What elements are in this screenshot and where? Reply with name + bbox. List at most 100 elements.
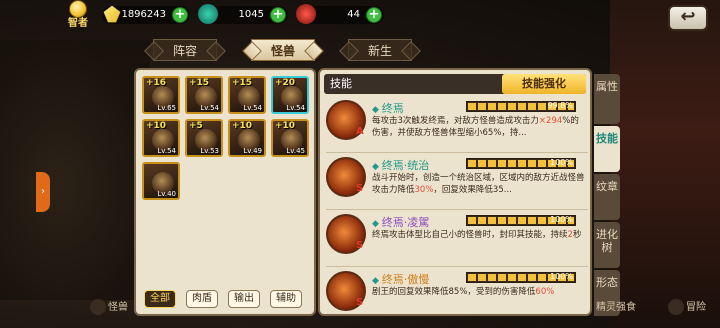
skill-name: 终焉·傲慢	[372, 271, 430, 287]
skill-progress-text: 100%	[550, 215, 573, 224]
lightbulb-icon	[69, 0, 87, 18]
add-gold-button[interactable]: +	[172, 7, 188, 23]
nav-adventure[interactable]: 冒险	[668, 298, 706, 315]
skill-description-text: 秒	[572, 230, 582, 240]
monster-level: Lv.54	[157, 147, 176, 155]
tab-monsters[interactable]: 怪兽	[251, 39, 315, 61]
monster-level: Lv.54	[286, 104, 305, 112]
gold-gem-icon	[103, 5, 121, 23]
teal-currency-counter: 1045 +	[198, 4, 288, 24]
rank-label: 智者	[68, 18, 88, 29]
tab-lineup[interactable]: 阵容	[153, 39, 217, 61]
monster-level: Lv.40	[157, 190, 176, 198]
skill-progress-bar: 100%	[466, 158, 576, 169]
red-monster-icon	[296, 4, 316, 24]
skill-enhance-button[interactable]: 技能强化	[502, 74, 586, 94]
monster-list-panel: +16 Lv.65 +15 Lv.54 +15 Lv.54 +20 Lv.54 …	[134, 68, 316, 316]
monster-star: +15	[189, 78, 210, 88]
side-tab-crest[interactable]: 纹章	[594, 174, 620, 220]
nav-monster[interactable]: 怪兽	[90, 298, 128, 315]
monster-card-selected[interactable]: +20 Lv.54	[271, 76, 309, 114]
skill-detail-panel: 技能 技能强化 A 终焉 99.8% 每攻击3次触发终焉，对敌方怪兽造成攻击力×…	[318, 68, 592, 316]
tab-rebirth[interactable]: 新生	[348, 39, 412, 61]
top-bar: 智者 1896243 + 1045 + 44 + ↩	[0, 0, 720, 32]
expand-arrow-icon[interactable]: ›	[36, 172, 50, 212]
skill-progress-bar: 100%	[466, 272, 576, 283]
monster-level: Lv.45	[286, 147, 305, 155]
filter-damage-button[interactable]: 输出	[228, 290, 260, 308]
monster-card[interactable]: +15 Lv.54	[228, 76, 266, 114]
side-tab-attributes[interactable]: 属性	[594, 74, 620, 124]
return-arrow-icon: ↩	[680, 6, 696, 27]
nav-adventure-label: 冒险	[686, 302, 706, 313]
side-tab-evolution-tree[interactable]: 进化树	[594, 222, 620, 268]
skill-progress-text: 100%	[550, 272, 573, 281]
skill-description: 每攻击3次触发终焉，对敌方怪兽造成攻击力×294%的伤害，并使敌方怪兽体型缩小6…	[372, 115, 586, 139]
gold-value: 1896243	[121, 9, 166, 20]
skill-item[interactable]: S 终焉·傲慢 100% 剧王的回复效果降低85%，受到的伤害降低60%	[326, 269, 588, 314]
filter-support-button[interactable]: 辅助	[270, 290, 302, 308]
monster-card[interactable]: +10 Lv.45	[271, 119, 309, 157]
red-currency-counter: 44 +	[296, 4, 384, 24]
side-tab-skills[interactable]: 技能	[594, 126, 620, 172]
monster-star: +16	[146, 78, 167, 88]
monster-star: +10	[275, 121, 296, 131]
gold-counter: 1896243 +	[102, 5, 190, 24]
nav-strengthen-label: 精灵强食	[596, 302, 636, 313]
skill-description-highlight: ×294	[538, 116, 563, 126]
skill-name: 终焉·凌駕	[372, 214, 430, 230]
monster-card[interactable]: +10 Lv.49	[228, 119, 266, 157]
monster-star: +5	[189, 121, 203, 131]
filter-all-button[interactable]: 全部	[144, 290, 176, 308]
monster-card[interactable]: +10 Lv.54	[142, 119, 180, 157]
compass-icon	[668, 299, 684, 315]
skill-progress-bar: 99.8%	[466, 101, 576, 112]
monster-card[interactable]: +15 Lv.54	[185, 76, 223, 114]
skill-item[interactable]: S 终焉·统治 100% 战斗开始时，创造一个统治区域，区域内的敌方近战怪兽攻击…	[326, 155, 588, 207]
skill-description-text: 剧王的回复效果降低85%，受到的伤害降低	[372, 287, 536, 297]
skill-description: 终焉攻击体型比自己小的怪兽时，封印其技能，持续2秒	[372, 229, 586, 241]
background-right-scene	[610, 0, 720, 328]
monster-level: Lv.65	[157, 104, 176, 112]
monster-card[interactable]: +5 Lv.53	[185, 119, 223, 157]
monster-level: Lv.53	[200, 147, 219, 155]
teal-monster-icon	[198, 4, 218, 24]
divider	[326, 209, 588, 210]
skill-description: 剧王的回复效果降低85%，受到的伤害降低60%	[372, 286, 586, 298]
monster-star: +15	[232, 78, 253, 88]
add-red-currency-button[interactable]: +	[366, 7, 382, 23]
divider	[326, 266, 588, 267]
rank-badge[interactable]: 智者	[62, 0, 94, 32]
skill-name: 终焉·统治	[372, 157, 430, 173]
skill-item[interactable]: S 终焉·凌駕 100% 终焉攻击体型比自己小的怪兽时，封印其技能，持续2秒	[326, 212, 588, 264]
skill-progress-bar: 100%	[466, 215, 576, 226]
monster-star: +10	[146, 121, 167, 131]
background-monster-silhouette	[0, 40, 150, 300]
skill-description-text: 终焉攻击体型比自己小的怪兽时，封印其技能，持续	[372, 230, 568, 240]
skill-description-text: 每攻击3次触发终焉，对敌方怪兽造成攻击力	[372, 116, 539, 126]
monster-level: Lv.49	[243, 147, 262, 155]
teal-currency-value: 1045	[238, 9, 264, 20]
skill-description-text: ，回复效果降低35...	[433, 185, 512, 195]
add-teal-currency-button[interactable]: +	[270, 7, 286, 23]
back-button[interactable]: ↩	[668, 5, 708, 31]
skill-progress-text: 100%	[550, 158, 573, 167]
nav-strengthen[interactable]: 精灵强食	[596, 298, 636, 313]
monster-level: Lv.54	[243, 104, 262, 112]
skill-name: 终焉	[372, 100, 404, 116]
filter-tank-button[interactable]: 肉盾	[186, 290, 218, 308]
red-currency-value: 44	[347, 9, 360, 20]
skill-grade: S	[356, 240, 364, 251]
skill-description-highlight: 60%	[535, 287, 555, 297]
monster-level: Lv.54	[200, 104, 219, 112]
skill-item[interactable]: A 终焉 99.8% 每攻击3次触发终焉，对敌方怪兽造成攻击力×294%的伤害，…	[326, 98, 588, 150]
nav-monster-label: 怪兽	[108, 302, 128, 313]
skill-description-highlight: 30%	[414, 185, 434, 195]
skill-grade: S	[356, 297, 364, 308]
monster-nav-icon	[90, 299, 106, 315]
monster-card[interactable]: +16 Lv.65	[142, 76, 180, 114]
skill-grade: S	[356, 183, 364, 194]
skill-description: 战斗开始时，创造一个统治区域，区域内的敌方近战怪兽攻击力降低30%，回复效果降低…	[372, 172, 586, 196]
monster-star: +20	[275, 78, 296, 88]
monster-card[interactable]: Lv.40	[142, 162, 180, 200]
